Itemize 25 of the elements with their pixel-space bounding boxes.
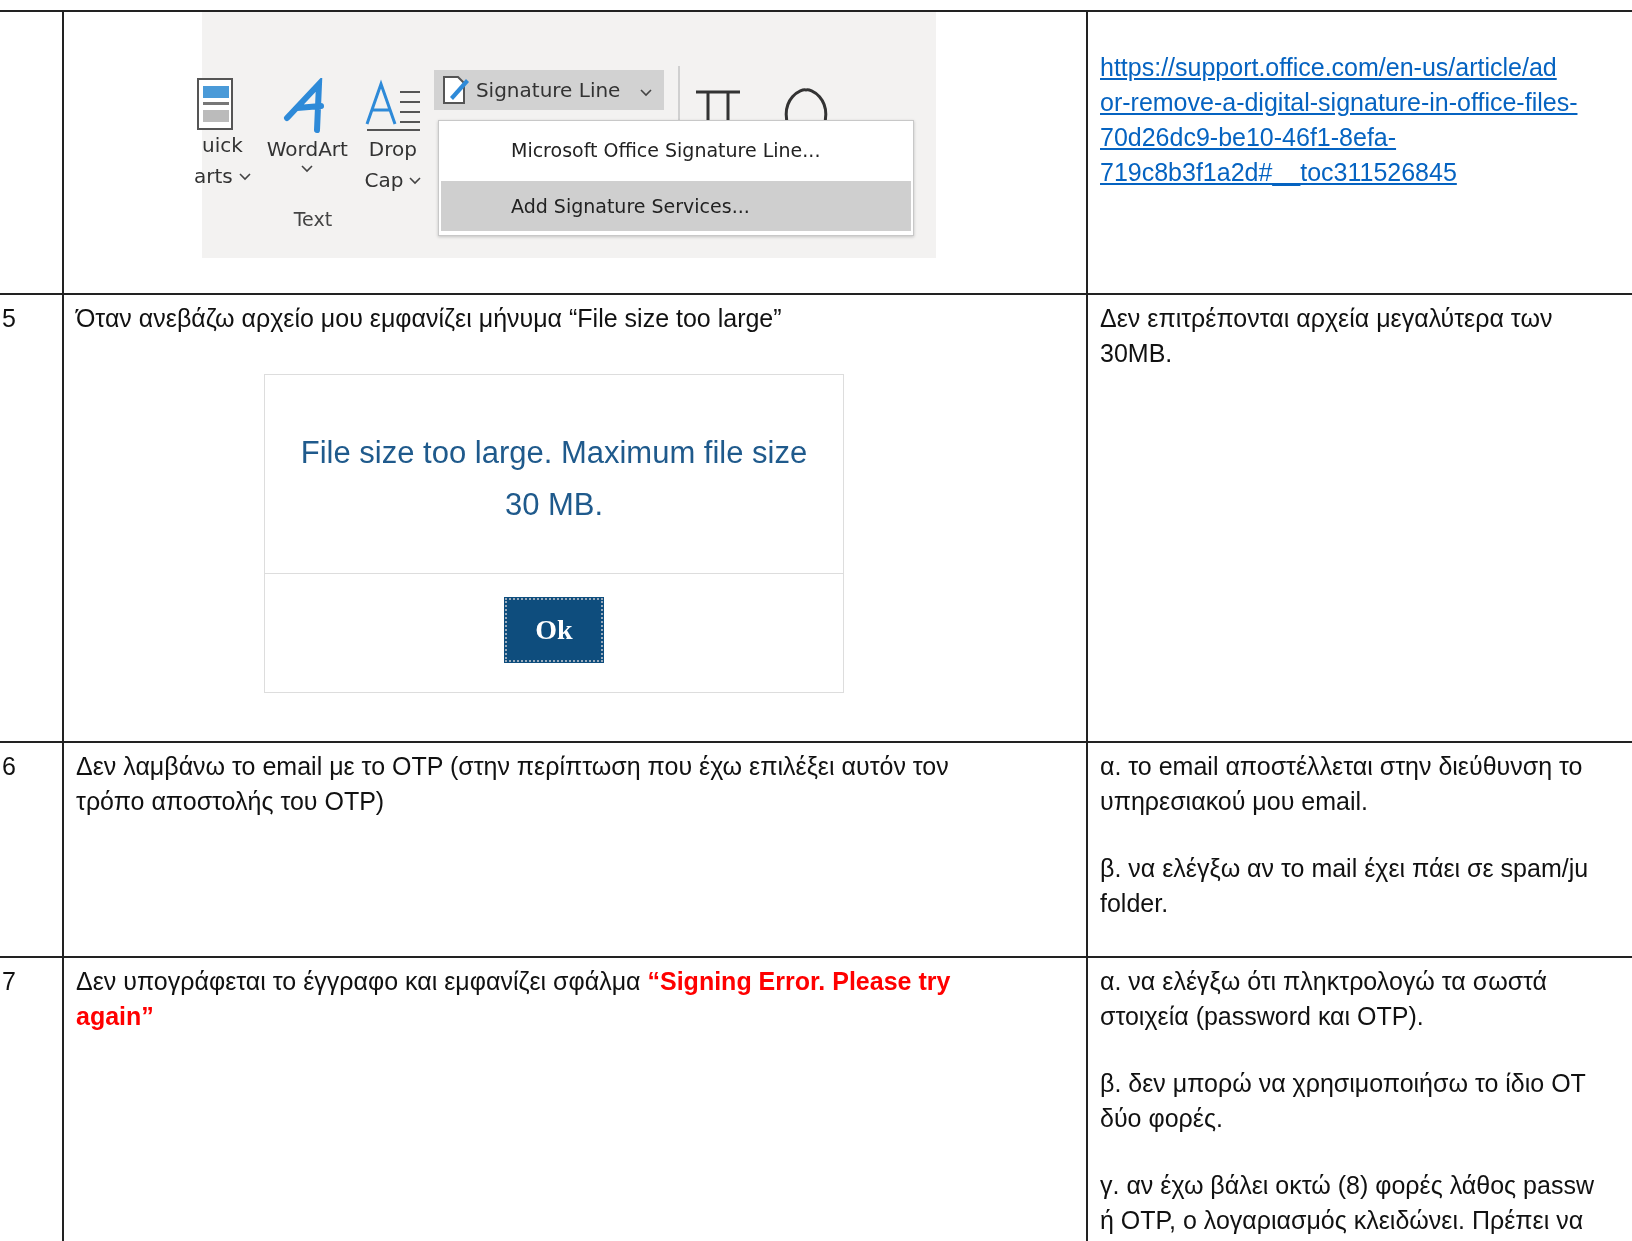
drop-cap-icon [363, 78, 422, 134]
chevron-down-icon [640, 89, 653, 97]
menu-item[interactable]: Add Signature Services... [441, 181, 911, 231]
question-text: Δεν υπογράφεται το έγγραφο και εμφανίζει σφάλμα “Signing Error. Please try again” [76, 966, 952, 1032]
ribbon-button[interactable]: WordArt [264, 74, 350, 200]
ok-button[interactable]: Ok [505, 598, 603, 662]
document-parts-icon [197, 78, 234, 130]
row-number: 6 [2, 751, 17, 782]
group-label: Text [293, 208, 333, 230]
signature-pen-icon [441, 75, 470, 105]
answer-text: α. να ελέγξω ότι πληκτρολογώ τα σωστά στοιχεία (password και OTP). [1100, 966, 1549, 1032]
answer-text: α. το email αποστέλλεται στην διεύθυνση το υπηρεσιακού μου email. [1100, 751, 1584, 817]
answer-text: γ. αν έχω βάλει οκτώ (8) φορές λάθος passw ή OTP, ο λογαριασμός κλειδώνει. Πρέπει να [1100, 1170, 1595, 1236]
row-number: 7 [2, 966, 17, 997]
ribbon-button[interactable]: Drop Cap [361, 74, 424, 200]
row-number: 5 [2, 303, 17, 334]
question-text: Δεν λαμβάνω το email με το OTP (στην περίπτωση που έχω επιλέξει αυτόν τον τρόπο αποστολής του OTP) [76, 751, 950, 817]
answer-text: β. να ελέγξω αν το mail έχει πάει σε spam/ju folder. [1100, 853, 1590, 919]
answer-text: β. δεν μπορώ να χρησιμοποιήσω το ίδιο OT δύο φορές. [1100, 1068, 1587, 1134]
article-link[interactable]: https://support.office.com/en-us/article/ad or-remove-a-digital-signature-in-office-files- 70d26dc9-be10-46f1-8efa- 719c8b3f1a2d#__toc311526845 [1100, 50, 1628, 190]
answer-text: Δεν επιτρέπονται αρχεία μεγαλύτερα των 30MB. [1100, 303, 1554, 369]
question-text: Όταν ανεβάζω αρχείο μου εμφανίζει μήνυμα “File size too large” [76, 303, 783, 334]
dialog-message: File size too large. Maximum file size 30 MB. [265, 375, 843, 574]
signature-line-button[interactable]: Signature Line [433, 70, 665, 110]
ribbon-button[interactable]: uick arts [192, 74, 253, 200]
